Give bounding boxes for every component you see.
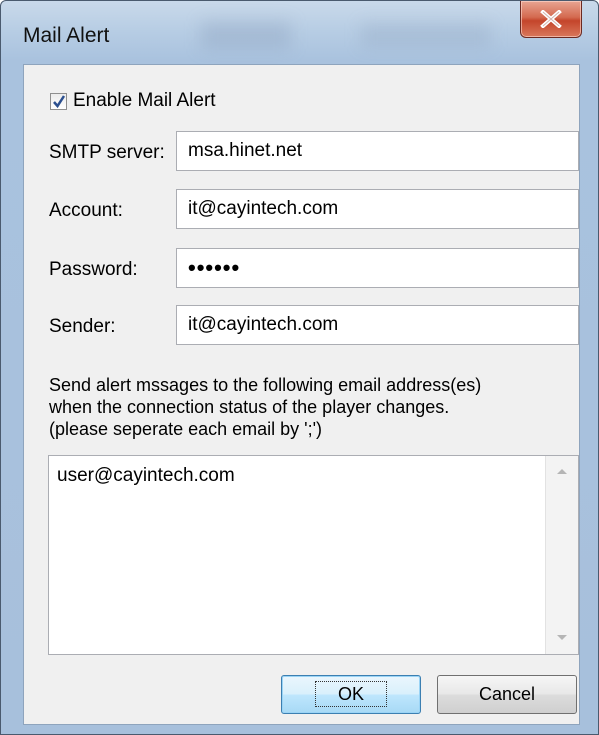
smtp-server-input[interactable]: msa.hinet.net <box>176 131 579 171</box>
vertical-scrollbar[interactable] <box>545 456 578 654</box>
title-bar[interactable]: Mail Alert <box>1 1 598 65</box>
sender-label: Sender: <box>49 316 116 337</box>
smtp-server-label: SMTP server: <box>49 142 165 163</box>
window-title: Mail Alert <box>23 24 110 47</box>
password-label: Password: <box>49 259 138 280</box>
dialog-client-area: Enable Mail Alert SMTP server: msa.hinet… <box>23 64 580 725</box>
scroll-up-button[interactable] <box>546 456 578 488</box>
mail-alert-dialog: Mail Alert Enable Mail Alert SMTP server… <box>0 0 599 735</box>
scroll-down-arrow-icon <box>557 635 567 640</box>
scroll-up-arrow-icon <box>557 469 567 474</box>
ok-button-label: OK <box>314 681 388 707</box>
enable-mail-alert-label: Enable Mail Alert <box>73 90 216 111</box>
sender-input[interactable]: it@cayintech.com <box>176 305 579 345</box>
password-input[interactable]: •••••• <box>176 248 579 288</box>
instructions-line: Send alert mssages to the following emai… <box>49 375 482 395</box>
ok-button[interactable]: OK <box>281 675 421 714</box>
recipients-textarea[interactable]: user@cayintech.com <box>48 455 579 655</box>
enable-mail-alert-row[interactable]: Enable Mail Alert <box>50 89 216 113</box>
enable-mail-alert-checkbox[interactable] <box>50 92 67 110</box>
account-label: Account: <box>49 200 123 221</box>
account-input[interactable]: it@cayintech.com <box>176 189 579 229</box>
close-button[interactable] <box>520 1 582 38</box>
scroll-down-button[interactable] <box>546 622 578 654</box>
recipients-value: user@cayintech.com <box>57 465 235 486</box>
close-icon <box>540 10 562 28</box>
cancel-button[interactable]: Cancel <box>437 675 577 714</box>
instructions-text: Send alert mssages to the following emai… <box>49 374 569 440</box>
checkmark-icon <box>53 94 66 108</box>
instructions-line: when the connection status of the player… <box>49 397 450 417</box>
instructions-line: (please seperate each email by ';') <box>49 419 323 439</box>
